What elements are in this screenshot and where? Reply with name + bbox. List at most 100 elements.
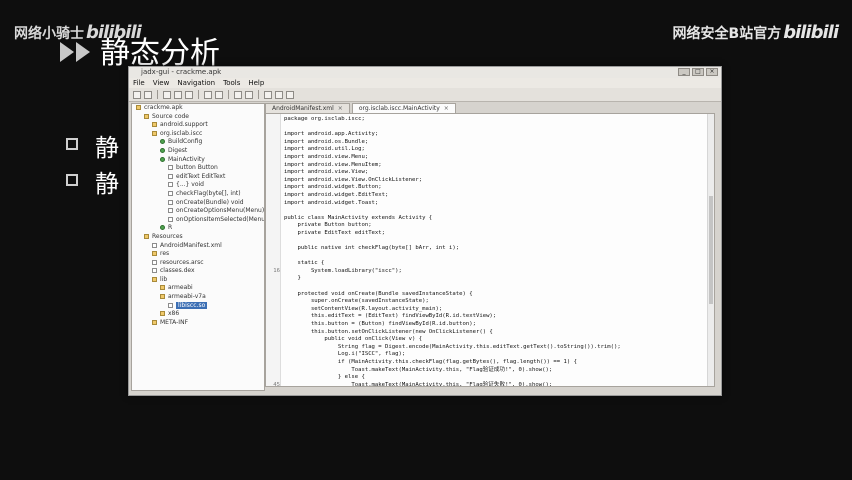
menu-navigation[interactable]: Navigation xyxy=(177,78,215,88)
tree-item[interactable]: R xyxy=(132,224,264,233)
code-line: this.editText = (EditText) findViewById(… xyxy=(284,313,706,321)
code-editor[interactable]: package org.isclab.iscc; import android.a… xyxy=(265,113,715,387)
minimize-button[interactable]: _ xyxy=(678,68,690,76)
tree-item[interactable]: Digest xyxy=(132,147,264,156)
code-text: setContentView(R.layout.activity_main); xyxy=(284,305,443,312)
code-text: import android.view.View.OnClickListener… xyxy=(284,176,423,183)
folder-icon xyxy=(160,285,165,291)
editor-tab[interactable]: AndroidManifest.xml × xyxy=(265,103,350,113)
line-number: 45 xyxy=(273,381,280,387)
maximize-button[interactable]: □ xyxy=(692,68,704,76)
save-icon[interactable] xyxy=(144,90,152,99)
tree-item[interactable]: {...} void xyxy=(132,181,264,190)
tree-item[interactable]: libiscc.so xyxy=(132,301,264,311)
member-icon xyxy=(168,182,173,188)
code-text: protected void onCreate(Bundle savedInst… xyxy=(284,290,473,297)
code-line: package org.isclab.iscc; xyxy=(284,116,706,124)
code-line: public class MainActivity extends Activi… xyxy=(284,215,706,223)
menu-tools[interactable]: Tools xyxy=(223,78,240,88)
member-icon xyxy=(168,208,173,214)
preferences-icon[interactable] xyxy=(286,90,294,99)
sync-icon[interactable] xyxy=(174,90,182,99)
tree-item[interactable]: editText EditText xyxy=(132,173,264,182)
tree-item[interactable]: res xyxy=(132,250,264,259)
jadx-window: jadx-gui - crackme.apk _ □ × File View Nav… xyxy=(128,66,722,396)
tree-item[interactable]: onCreate(Bundle) void xyxy=(132,199,264,208)
tree-item-label: onOptionsItemSelected(MenuItem) xyxy=(176,215,265,223)
tree-item[interactable]: armeabi-v7a xyxy=(132,293,264,302)
code-line: 45 Toast.makeText(MainActivity.this, "Fl… xyxy=(273,382,706,386)
tree-item[interactable]: armeabi xyxy=(132,284,264,293)
editor-tabs: AndroidManifest.xml × org.isclab.iscc.Main… xyxy=(265,103,715,113)
menu-help[interactable]: Help xyxy=(248,78,264,88)
tree-item[interactable]: onCreateOptionsMenu(Menu) xyxy=(132,207,264,216)
code-line: private Button button; xyxy=(284,222,706,230)
member-icon xyxy=(152,268,157,274)
tree-item[interactable]: x86 xyxy=(132,310,264,319)
folder-icon xyxy=(152,251,157,257)
folder-icon xyxy=(160,294,165,300)
tree-item[interactable]: org.isclab.iscc xyxy=(132,130,264,139)
open-icon[interactable] xyxy=(133,90,141,99)
tree-item[interactable]: MainActivity xyxy=(132,156,264,165)
toolbar-separator xyxy=(157,90,158,99)
tree-item[interactable]: Resources xyxy=(132,233,264,242)
tree-item[interactable]: crackme.apk xyxy=(132,104,264,113)
line-gutter xyxy=(266,114,281,386)
code-text: } xyxy=(284,275,301,282)
code-line: import android.view.Menu; xyxy=(284,154,706,162)
tree-item[interactable]: classes.dex xyxy=(132,267,264,276)
tree-item[interactable]: META-INF xyxy=(132,319,264,328)
window-title: jadx-gui - crackme.apk xyxy=(141,68,222,76)
tree-item[interactable]: lib xyxy=(132,276,264,285)
member-icon xyxy=(168,302,173,308)
tree-item-label: crackme.apk xyxy=(144,104,183,111)
log-icon[interactable] xyxy=(275,90,283,99)
tab-label: org.isclab.iscc.MainActivity xyxy=(358,105,440,112)
search-icon[interactable] xyxy=(204,90,212,99)
tree-item[interactable]: resources.arsc xyxy=(132,259,264,268)
member-icon xyxy=(152,242,157,248)
code-text: Log.i("ISCC", flag); xyxy=(284,351,406,358)
code-line: import android.view.View.OnClickListener… xyxy=(284,177,706,185)
tree-item-label: libiscc.so xyxy=(176,301,208,309)
back-icon[interactable] xyxy=(234,90,242,99)
tree-item[interactable]: android.support xyxy=(132,121,264,130)
tree-item[interactable]: Source code xyxy=(132,113,264,122)
folder-icon xyxy=(144,233,149,239)
menu-file[interactable]: File xyxy=(133,78,145,88)
tree-item[interactable]: checkFlag(byte[], int) xyxy=(132,190,264,199)
code-text: import android.app.Activity; xyxy=(284,131,379,138)
member-icon xyxy=(168,173,173,179)
tree-item[interactable]: BuildConfig xyxy=(132,138,264,147)
close-button[interactable]: × xyxy=(706,68,718,76)
folder-icon xyxy=(152,130,157,136)
code-text: this.editText = (EditText) findViewById(… xyxy=(284,313,497,320)
class-icon xyxy=(160,147,165,153)
vertical-scrollbar[interactable] xyxy=(707,114,714,386)
close-tab-icon[interactable]: × xyxy=(444,105,449,112)
forward-icon[interactable] xyxy=(245,90,253,99)
member-icon xyxy=(168,199,173,205)
code-text: super.onCreate(savedInstanceState); xyxy=(284,298,429,305)
refresh-icon[interactable] xyxy=(163,90,171,99)
tree-item-label: org.isclab.iscc xyxy=(160,129,203,137)
tree-item-label: checkFlag(byte[], int) xyxy=(176,189,241,197)
close-tab-icon[interactable]: × xyxy=(338,105,343,112)
code-text: import android.view.MenuItem; xyxy=(284,161,382,168)
tree-item[interactable]: button Button xyxy=(132,164,264,173)
tree-item-label: BuildConfig xyxy=(168,138,203,146)
editor-tab[interactable]: org.isclab.iscc.MainActivity × xyxy=(351,103,456,113)
code-text: static { xyxy=(284,260,325,267)
find-class-icon[interactable] xyxy=(215,90,223,99)
scrollbar-thumb[interactable] xyxy=(709,195,713,305)
deobfuscation-icon[interactable] xyxy=(264,90,272,99)
tree-item[interactable]: AndroidManifest.xml xyxy=(132,242,264,251)
code-line: Log.i("ISCC", flag); xyxy=(284,351,706,359)
toolbar xyxy=(129,88,721,102)
flat-packages-icon[interactable] xyxy=(185,90,193,99)
menu-view[interactable]: View xyxy=(153,78,170,88)
member-icon xyxy=(168,216,173,222)
tree-item[interactable]: onOptionsItemSelected(MenuItem) xyxy=(132,216,264,225)
